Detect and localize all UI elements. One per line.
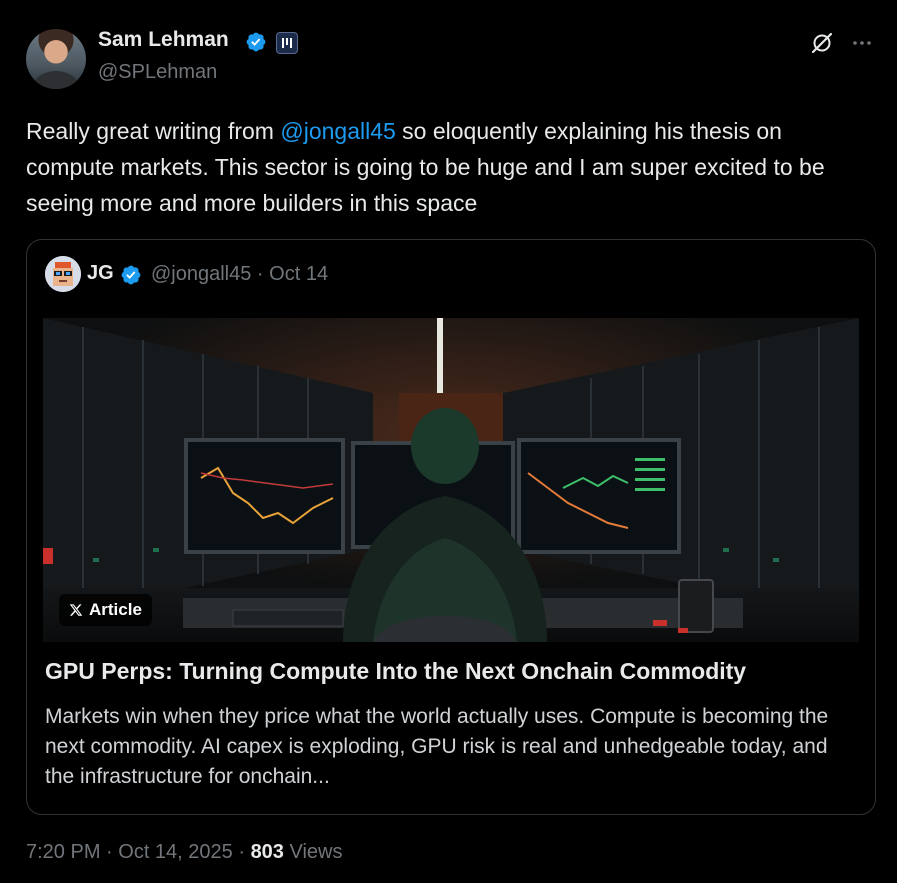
quoted-author-avatar[interactable] <box>45 256 81 292</box>
author-handle[interactable]: @SPLehman <box>98 61 217 84</box>
views-label: Views <box>283 841 343 863</box>
datacenter-illustration <box>43 318 859 642</box>
tweet-timestamp[interactable]: 7:20 PM · Oct 14, 2025 · <box>26 841 251 863</box>
affiliate-badge-icon[interactable] <box>276 32 298 54</box>
quoted-author-handle-date[interactable]: @jongall45 · Oct 14 <box>151 263 328 286</box>
article-cover-image[interactable] <box>43 318 859 642</box>
quoted-article-card[interactable]: JG @jongall45 · Oct 14 Article GPU Perps… <box>26 239 876 815</box>
verified-badge-icon[interactable] <box>245 31 267 53</box>
tweet: Sam Lehman @SPLehman Really great writin… <box>0 0 897 883</box>
x-logo-icon <box>69 604 83 616</box>
article-description: Markets win when they price what the wor… <box>45 705 829 788</box>
quoted-verified-badge-icon <box>121 265 141 285</box>
author-display-name[interactable]: Sam Lehman <box>98 28 229 52</box>
article-badge: Article <box>59 594 152 626</box>
quoted-author-name[interactable]: JG <box>87 262 114 285</box>
tweet-text-start: Really great writing from <box>26 118 281 144</box>
grok-icon[interactable] <box>810 31 834 55</box>
more-icon[interactable] <box>850 31 874 55</box>
article-title[interactable]: GPU Perps: Turning Compute Into the Next… <box>45 658 865 685</box>
article-badge-label: Article <box>89 600 142 619</box>
tweet-text: Really great writing from @jongall45 so … <box>26 113 876 221</box>
views-count: 803 <box>250 841 284 863</box>
tweet-meta: 7:20 PM · Oct 14, 2025 · 803 Views <box>26 841 342 864</box>
author-avatar[interactable] <box>26 29 86 89</box>
mention-link[interactable]: @jongall45 <box>280 118 395 144</box>
